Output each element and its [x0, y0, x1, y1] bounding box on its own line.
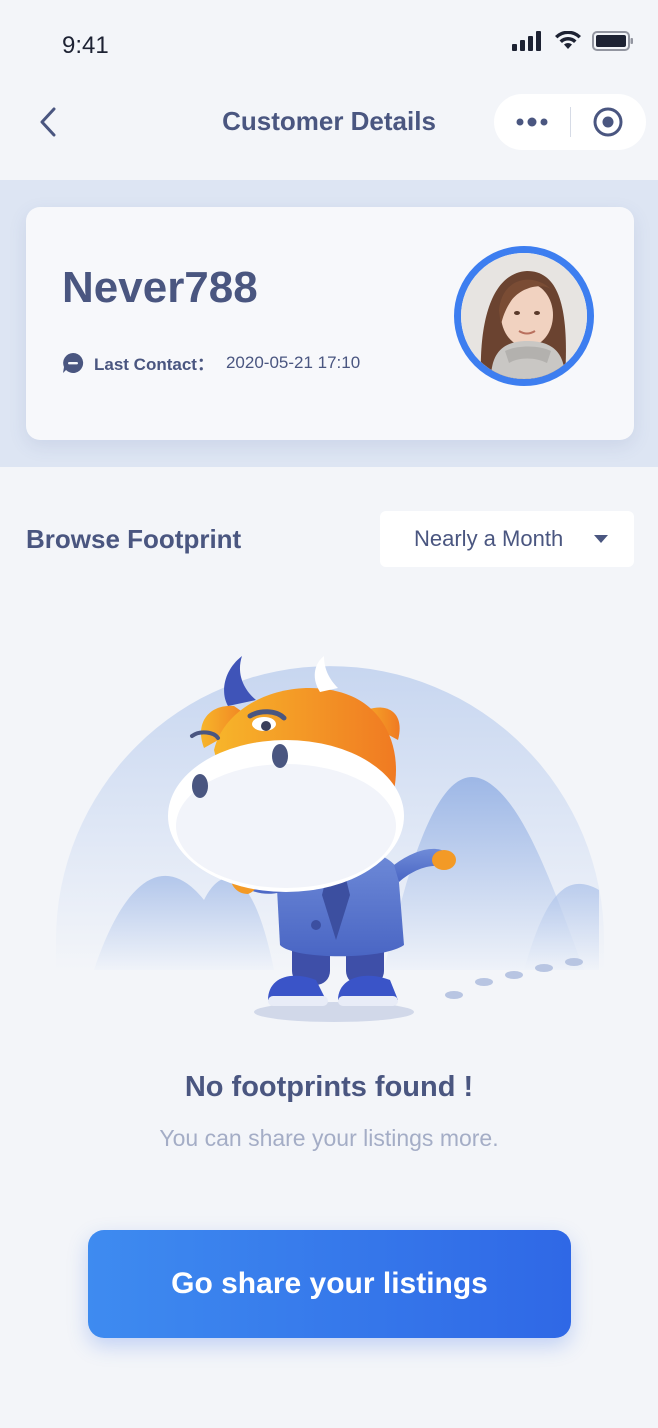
share-listings-button[interactable]: Go share your listings — [88, 1230, 571, 1338]
more-button[interactable] — [494, 94, 570, 150]
customer-name: Never788 — [62, 263, 258, 312]
empty-state-title: No footprints found ! — [184, 1071, 474, 1103]
status-icons — [512, 28, 634, 54]
mascot-illustration — [56, 656, 604, 1022]
navbar: Customer Details — [0, 90, 658, 180]
status-bar: 9:41 — [0, 0, 658, 90]
target-icon — [593, 107, 623, 137]
time-range-value: Nearly a Month — [414, 526, 564, 551]
empty-illustration — [54, 640, 606, 1040]
mini-program-capsule — [494, 94, 646, 150]
more-dots-icon — [516, 117, 548, 127]
battery-icon — [592, 31, 633, 51]
avatar[interactable] — [454, 246, 594, 386]
chat-bubble-icon — [63, 352, 84, 373]
avatar-photo — [461, 253, 587, 379]
wifi-icon — [555, 31, 581, 49]
time-range-select[interactable]: Nearly a Month — [380, 511, 634, 567]
caret-down-icon — [594, 535, 608, 543]
signal-icon — [512, 31, 541, 51]
section-title: Browse Footprint — [26, 524, 242, 554]
customer-card: Never788 Last Contact： 2020-05-21 17:10 — [26, 207, 634, 440]
status-time: 9:41 — [62, 32, 109, 59]
last-contact-value: 2020-05-21 17:10 — [225, 352, 361, 372]
empty-state-subtitle: You can share your listings more. — [159, 1125, 499, 1151]
last-contact-row: Last Contact： 2020-05-21 17:10 — [62, 350, 360, 375]
close-miniprogram-button[interactable] — [571, 94, 647, 150]
last-contact-label: Last Contact： — [94, 355, 214, 374]
